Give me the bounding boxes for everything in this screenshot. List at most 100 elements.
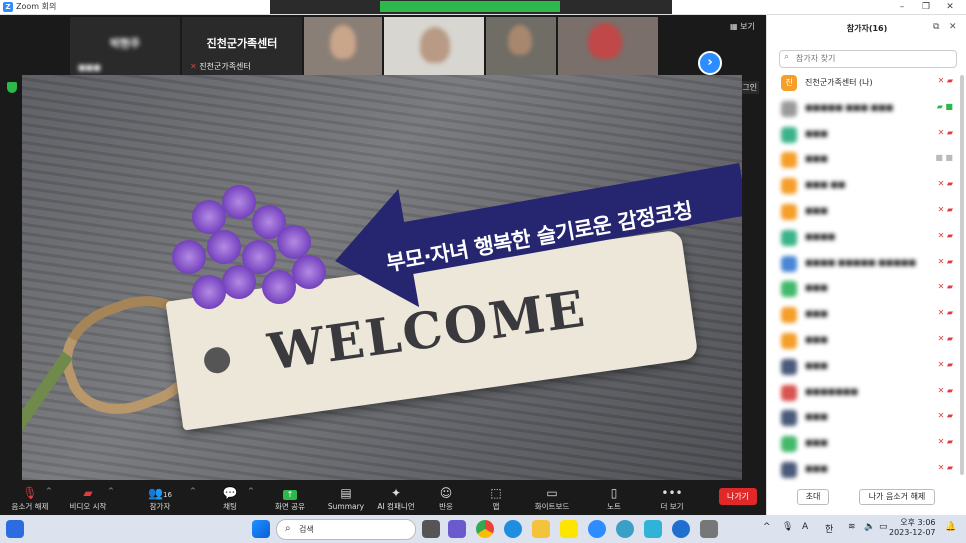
avatar: [781, 436, 797, 453]
video-tile[interactable]: [304, 17, 382, 75]
avatar: [781, 461, 797, 478]
participant-name: ■■■ ■■: [805, 180, 846, 190]
participants-button[interactable]: 👥16 참가자 ^: [130, 485, 196, 515]
zoom-icon[interactable]: [588, 520, 606, 538]
wifi-icon[interactable]: ≋: [848, 522, 856, 532]
edge-icon[interactable]: [504, 520, 522, 538]
windows-start-icon[interactable]: [252, 520, 270, 538]
list-item[interactable]: ■■■ ✕ ▰: [767, 406, 966, 432]
avatar: [781, 229, 797, 246]
apps-button[interactable]: ⬚ 앱: [466, 485, 526, 515]
snipping-tool-icon[interactable]: [700, 520, 718, 538]
list-item[interactable]: ■■■ ✕ ▰: [767, 329, 966, 355]
list-item[interactable]: ■■■■ ✕ ▰: [767, 226, 966, 252]
invite-button[interactable]: 초대: [797, 489, 829, 505]
avatar: [781, 281, 797, 298]
unmute-me-button[interactable]: 나가 음소거 해제: [859, 489, 935, 505]
people-icon: 👥: [148, 486, 164, 500]
notification-icon[interactable]: 🔔: [945, 522, 956, 532]
start-video-button[interactable]: ▰ 비디오 시작 ^: [58, 485, 118, 515]
taskbar-search[interactable]: ⌕ 검색: [276, 519, 416, 540]
tray-chevron-icon[interactable]: ^: [763, 522, 771, 532]
video-tile[interactable]: 박현주 ■■■: [70, 17, 180, 75]
chat-app-icon[interactable]: [448, 520, 466, 538]
app-icon[interactable]: [644, 520, 662, 538]
list-item[interactable]: ■■■ ✕ ▰: [767, 432, 966, 458]
status-icon: ✕ ▰: [937, 385, 953, 395]
shared-screen: WELCOME 부모·자녀 행복한 슬기로운 감정코칭: [22, 75, 742, 480]
list-item-self[interactable]: 진 진천군가족센터 (나) ✕ ▰: [767, 71, 966, 97]
browser-icon[interactable]: [616, 520, 634, 538]
participant-name: ■■■■■ ■■■ ■■■: [805, 102, 894, 112]
list-item[interactable]: ■■■■■ ■■■ ■■■ ▰ ■: [767, 97, 966, 123]
next-page-button[interactable]: ›: [698, 51, 722, 75]
whiteboard-button[interactable]: ▭ 화이트보드: [522, 485, 582, 515]
kakaotalk-icon[interactable]: [560, 520, 578, 538]
list-item[interactable]: ■■■ ✕ ▰: [767, 200, 966, 226]
apps-icon: ⬚: [490, 486, 502, 500]
notes-button[interactable]: ▯ 노트: [584, 485, 644, 515]
video-tile[interactable]: [558, 17, 658, 75]
list-item[interactable]: ■■■ ✕ ▰: [767, 277, 966, 303]
file-explorer-icon[interactable]: [532, 520, 550, 538]
volume-icon[interactable]: 🔈: [864, 522, 875, 532]
battery-icon[interactable]: ▭: [879, 522, 888, 532]
unmute-button[interactable]: 🎙 음소거 해제 ^: [0, 485, 60, 515]
ime-indicator[interactable]: 한: [825, 522, 833, 535]
clock[interactable]: 오후 3:06 2023-12-07: [889, 518, 936, 538]
close-panel-icon[interactable]: ✕: [949, 22, 957, 32]
participant-name: ■■■: [805, 283, 828, 293]
list-item[interactable]: ■■■ ■■ ✕ ▰: [767, 174, 966, 200]
status-icon: ✕ ▰: [937, 127, 953, 137]
participants-panel: 참가자(16) ⧉ ✕ ⌕ 진 진천군가족센터 (나) ✕ ▰ ■■■■■ ■■…: [766, 15, 966, 515]
list-item[interactable]: ■■■■ ■■■■■ ■■■■■ ✕ ▰: [767, 252, 966, 278]
participant-video: [330, 25, 356, 59]
mic-icon[interactable]: 🎙: [782, 522, 793, 532]
video-tile[interactable]: [384, 17, 484, 75]
restore-button[interactable]: ❐: [914, 0, 938, 14]
list-item[interactable]: ■■■ ■ ■: [767, 148, 966, 174]
minimize-button[interactable]: –: [890, 0, 914, 14]
security-shield-icon[interactable]: [7, 82, 17, 93]
font-icon[interactable]: A: [802, 522, 808, 532]
participant-name: ■■■: [805, 463, 828, 473]
search-input[interactable]: [796, 52, 946, 65]
widgets-icon[interactable]: [6, 520, 24, 538]
list-item[interactable]: ■■■ ✕ ▰: [767, 458, 966, 484]
avatar: [781, 410, 797, 427]
status-icon: ✕ ▰: [937, 256, 953, 266]
list-item[interactable]: ■■■■■■■ ✕ ▰: [767, 381, 966, 407]
chat-button[interactable]: 💬 채팅 ^: [200, 485, 260, 515]
popout-icon[interactable]: ⧉: [933, 22, 939, 32]
view-button[interactable]: ▦ 보기: [730, 21, 755, 32]
avatar: [781, 332, 797, 349]
host-video-tile[interactable]: 진천군가족센터 ✕ 진천군가족센터: [182, 17, 302, 75]
video-tile[interactable]: [486, 17, 556, 75]
participant-name: ■■■: [805, 334, 828, 344]
zoom-logo-icon: Z: [3, 2, 13, 12]
task-view-icon[interactable]: [422, 520, 440, 538]
status-icon: ✕ ▰: [937, 359, 953, 369]
share-screen-button[interactable]: ↑ 화면 공유: [260, 485, 320, 515]
leave-button[interactable]: 나가기: [719, 488, 757, 505]
participant-name: ■■■: [805, 438, 828, 448]
status-icon: ✕ ▰: [937, 179, 953, 189]
participant-search[interactable]: ⌕: [779, 50, 957, 68]
chrome-icon[interactable]: [476, 520, 494, 538]
list-item[interactable]: ■■■ ✕ ▰: [767, 355, 966, 381]
participant-name: ■■■■■■■: [805, 386, 858, 396]
status-icon: ✕ ▰: [937, 411, 953, 421]
panel-scrollbar[interactable]: [960, 75, 964, 475]
host-name: 진천군가족센터: [206, 37, 278, 50]
chevron-up-icon[interactable]: ^: [190, 487, 196, 495]
status-icon: ✕ ▰: [937, 230, 953, 240]
chevron-up-icon[interactable]: ^: [46, 487, 52, 495]
app-icon[interactable]: [672, 520, 690, 538]
more-icon: •••: [661, 486, 683, 500]
list-item[interactable]: ■■■ ✕ ▰: [767, 123, 966, 149]
close-button[interactable]: ✕: [938, 0, 962, 14]
list-item[interactable]: ■■■ ✕ ▰: [767, 303, 966, 329]
more-button[interactable]: ••• 더 보기: [642, 485, 702, 515]
chevron-up-icon[interactable]: ^: [108, 487, 114, 495]
chevron-up-icon[interactable]: ^: [248, 487, 254, 495]
